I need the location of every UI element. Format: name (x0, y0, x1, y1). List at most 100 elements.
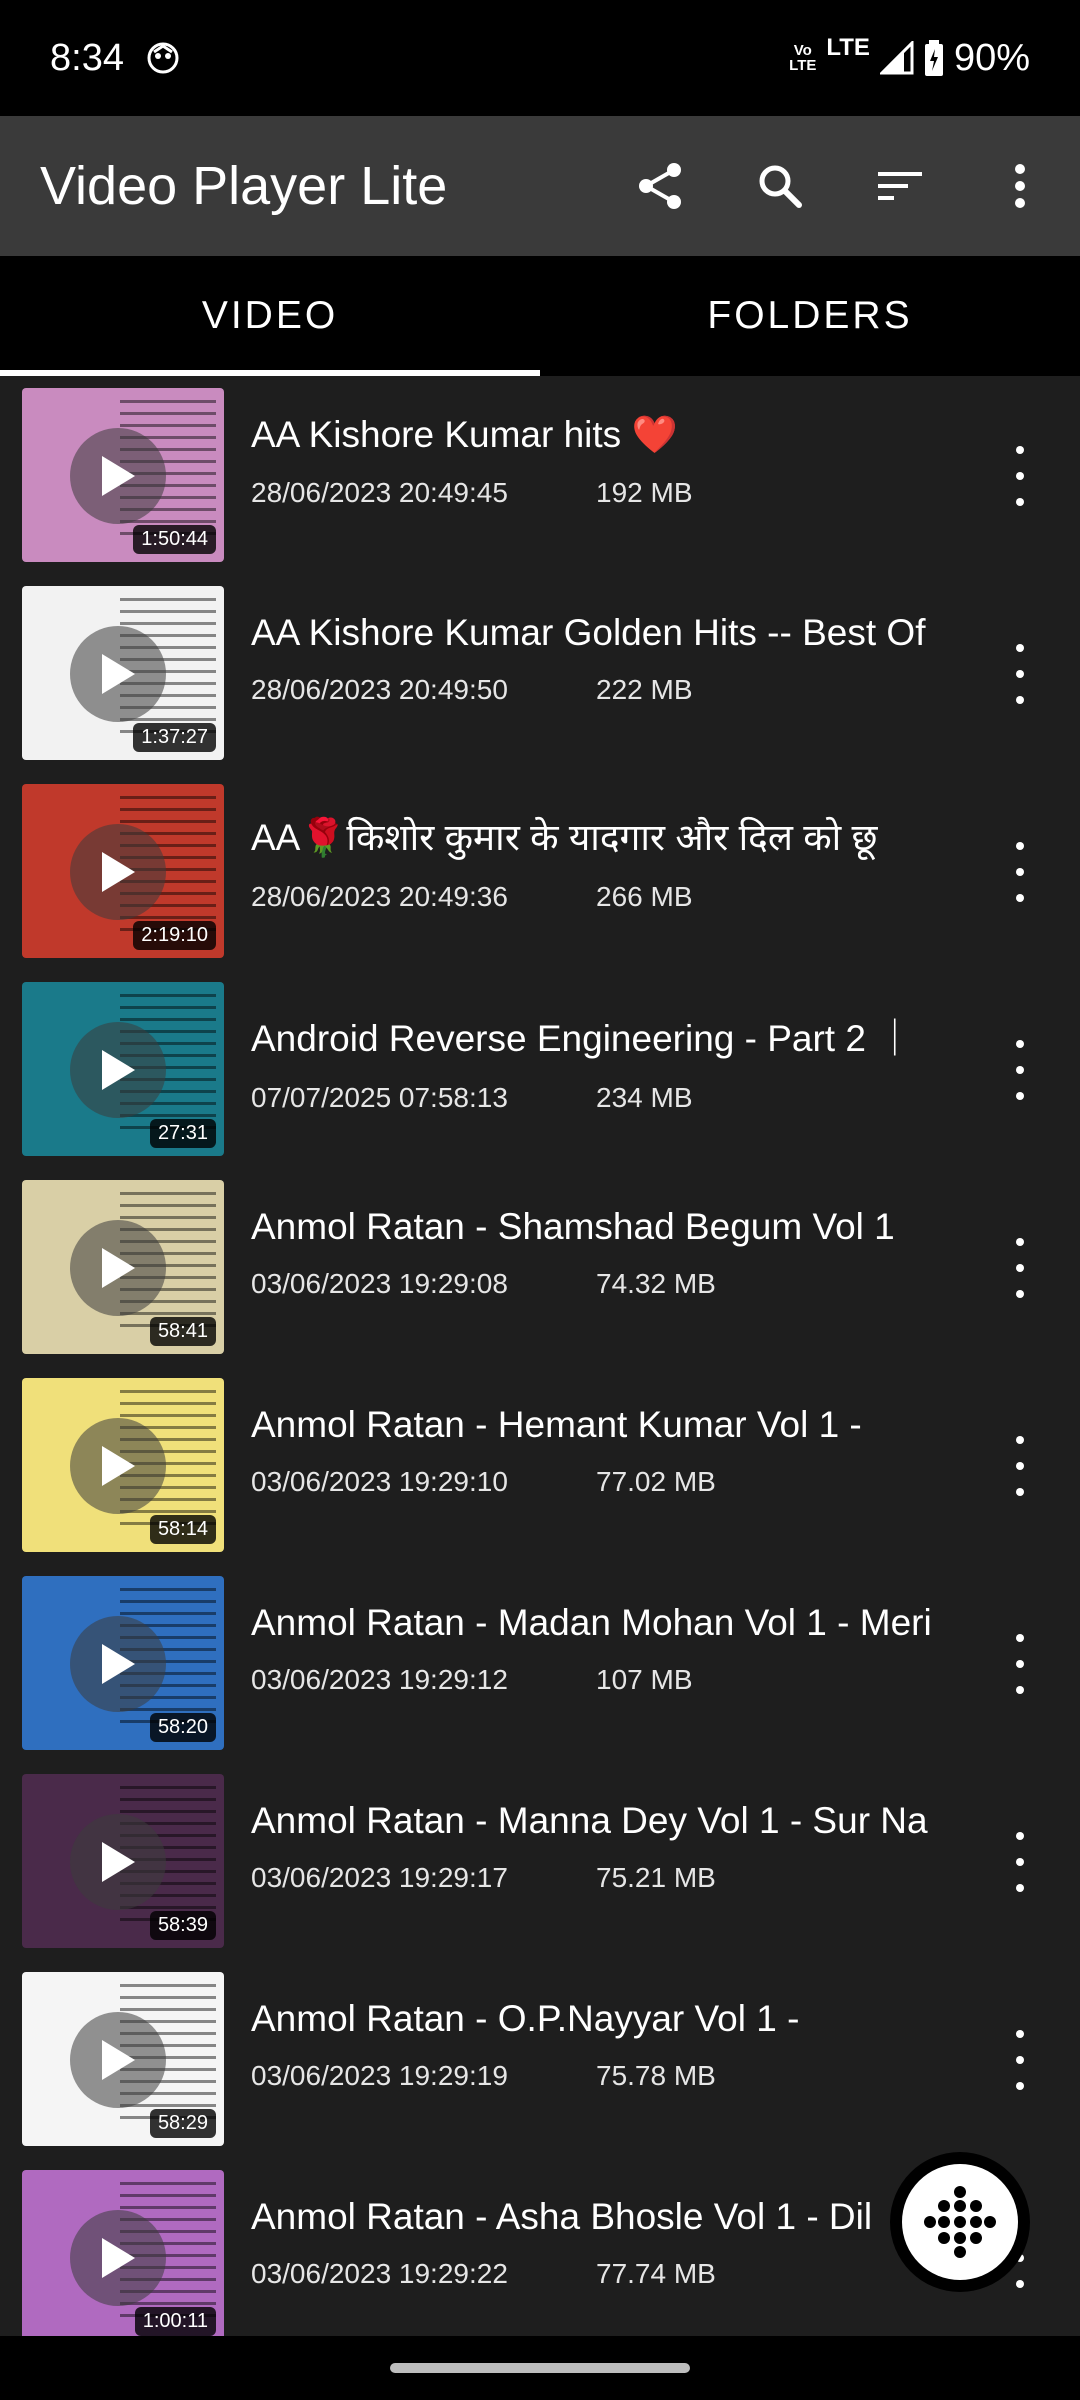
app-bar: Video Player Lite (0, 116, 1080, 256)
video-thumbnail[interactable]: 58:14 (22, 1378, 224, 1552)
video-meta: Anmol Ratan - Hemant Kumar Vol 1 - 03/06… (251, 1404, 971, 1498)
video-thumbnail[interactable]: 2:19:10 (22, 784, 224, 958)
play-icon (102, 654, 135, 694)
notification-app-icon (147, 42, 179, 74)
video-date: 03/06/2023 19:29:12 (251, 1664, 508, 1695)
video-duration: 58:14 (149, 1515, 216, 1544)
home-gesture-handle[interactable] (390, 2363, 690, 2373)
video-title: Anmol Ratan - Manna Dey Vol 1 - Sur Na (251, 1800, 928, 1841)
more-vert-dot (1016, 1488, 1024, 1496)
item-more-button[interactable] (1000, 644, 1040, 704)
more-vert-dot (1016, 2056, 1024, 2064)
tab-video[interactable]: VIDEO (0, 256, 540, 376)
play-overlay (70, 1220, 166, 1316)
video-duration: 58:41 (149, 1317, 216, 1346)
video-date: 03/06/2023 19:29:19 (251, 2060, 508, 2091)
play-overlay (70, 626, 166, 722)
play-icon (102, 852, 135, 892)
search-button[interactable] (720, 116, 840, 256)
video-list-item[interactable]: 2:19:10 AA🌹किशोर कुमार के यादगार और दिल … (0, 772, 1080, 970)
video-thumbnail[interactable]: 1:50:44 (22, 388, 224, 562)
more-vert-dot (1016, 1884, 1024, 1892)
video-list-item[interactable]: 1:37:27 AA Kishore Kumar Golden Hits -- … (0, 574, 1080, 772)
video-meta: Anmol Ratan - Manna Dey Vol 1 - Sur Na 0… (251, 1800, 971, 1894)
item-more-button[interactable] (1000, 1832, 1040, 1892)
play-icon (102, 1248, 135, 1288)
video-list-item[interactable]: 1:50:44 AA Kishore Kumar hits ❤️ 28/06/2… (0, 376, 1080, 574)
video-thumbnail[interactable]: 58:29 (22, 1972, 224, 2146)
item-more-button[interactable] (1000, 2030, 1040, 2090)
video-thumbnail[interactable]: 1:37:27 (22, 586, 224, 760)
video-thumbnail[interactable]: 58:39 (22, 1774, 224, 1948)
play-overlay (70, 1418, 166, 1514)
video-meta: Anmol Ratan - Shamshad Begum Vol 1 03/06… (251, 1206, 971, 1300)
video-list-item[interactable]: 58:20 Anmol Ratan - Madan Mohan Vol 1 - … (0, 1564, 1080, 1762)
play-overlay (70, 1616, 166, 1712)
item-more-button[interactable] (1000, 842, 1040, 902)
item-more-button[interactable] (1000, 1238, 1040, 1298)
video-duration: 1:37:27 (133, 723, 216, 752)
overflow-menu-button[interactable] (960, 116, 1080, 256)
video-date: 03/06/2023 19:29:10 (251, 1466, 508, 1497)
video-meta: Android Reverse Engineering - Part 2 ｜ 0… (251, 1008, 971, 1114)
play-icon (102, 456, 135, 496)
video-list-item[interactable]: 58:41 Anmol Ratan - Shamshad Begum Vol 1… (0, 1168, 1080, 1366)
more-vert-icon (1016, 842, 1024, 850)
play-icon (102, 1050, 135, 1090)
play-icon (102, 1842, 135, 1882)
video-list-item[interactable]: 58:39 Anmol Ratan - Manna Dey Vol 1 - Su… (0, 1762, 1080, 1960)
video-size: 75.78 MB (596, 2060, 716, 2091)
item-more-button[interactable] (1000, 1436, 1040, 1496)
video-title: Anmol Ratan - O.P.Nayyar Vol 1 - (251, 1998, 800, 2039)
tab-folders[interactable]: FOLDERS (540, 256, 1080, 376)
more-vert-icon (1016, 1040, 1024, 1048)
video-title: AA🌹किशोर कुमार के यादगार और दिल को छू (251, 817, 878, 858)
more-vert-dot (1016, 1660, 1024, 1668)
play-icon (102, 1644, 135, 1684)
video-thumbnail[interactable]: 58:41 (22, 1180, 224, 1354)
item-more-button[interactable] (1000, 446, 1040, 506)
video-duration: 1:50:44 (133, 525, 216, 554)
video-date: 28/06/2023 20:49:45 (251, 477, 508, 508)
video-meta: Anmol Ratan - O.P.Nayyar Vol 1 - 03/06/2… (251, 1998, 971, 2092)
video-size: 222 MB (596, 674, 693, 705)
search-icon (759, 165, 802, 208)
more-vert-icon (1016, 1634, 1024, 1642)
more-vert-icon (1015, 164, 1025, 208)
status-time: 8:34 (50, 36, 124, 79)
video-list: 1:50:44 AA Kishore Kumar hits ❤️ 28/06/2… (0, 376, 1080, 2336)
video-size: 234 MB (596, 1082, 693, 1113)
more-vert-dot (1016, 670, 1024, 678)
video-size: 77.02 MB (596, 1466, 716, 1497)
video-duration: 27:31 (149, 1119, 216, 1148)
video-thumbnail[interactable]: 27:31 (22, 982, 224, 1156)
play-icon (102, 1446, 135, 1486)
more-vert-dot (1016, 1264, 1024, 1272)
more-vert-dot (1016, 696, 1024, 704)
lte-indicator: LTE (826, 34, 870, 61)
more-vert-dot (1016, 868, 1024, 876)
signal-icon (879, 41, 914, 75)
more-vert-icon (1016, 1832, 1024, 1840)
video-duration: 1:00:11 (134, 2307, 216, 2336)
video-thumbnail[interactable]: 1:00:11 (22, 2170, 224, 2336)
item-more-button[interactable] (1000, 1634, 1040, 1694)
video-title: Anmol Ratan - Hemant Kumar Vol 1 - (251, 1404, 862, 1445)
tab-bar: VIDEO FOLDERS (0, 256, 1080, 376)
fab-inner (902, 2164, 1018, 2280)
video-list-item[interactable]: 27:31 Android Reverse Engineering - Part… (0, 970, 1080, 1168)
video-list-item[interactable]: 58:14 Anmol Ratan - Hemant Kumar Vol 1 -… (0, 1366, 1080, 1564)
sort-button[interactable] (840, 116, 960, 256)
video-thumbnail[interactable]: 58:20 (22, 1576, 224, 1750)
battery-icon (924, 40, 943, 76)
volte-indicator: Vo LTE (789, 42, 817, 74)
video-size: 77.74 MB (596, 2258, 716, 2289)
share-button[interactable] (600, 116, 720, 256)
video-meta: Anmol Ratan - Madan Mohan Vol 1 - Meri 0… (251, 1602, 971, 1696)
play-icon (102, 2040, 135, 2080)
more-vert-icon (1016, 1436, 1024, 1444)
video-title: AA Kishore Kumar hits ❤️ (251, 414, 678, 455)
item-more-button[interactable] (1000, 1040, 1040, 1100)
video-list-item[interactable]: 58:29 Anmol Ratan - O.P.Nayyar Vol 1 - 0… (0, 1960, 1080, 2158)
fab-button[interactable] (890, 2152, 1030, 2292)
